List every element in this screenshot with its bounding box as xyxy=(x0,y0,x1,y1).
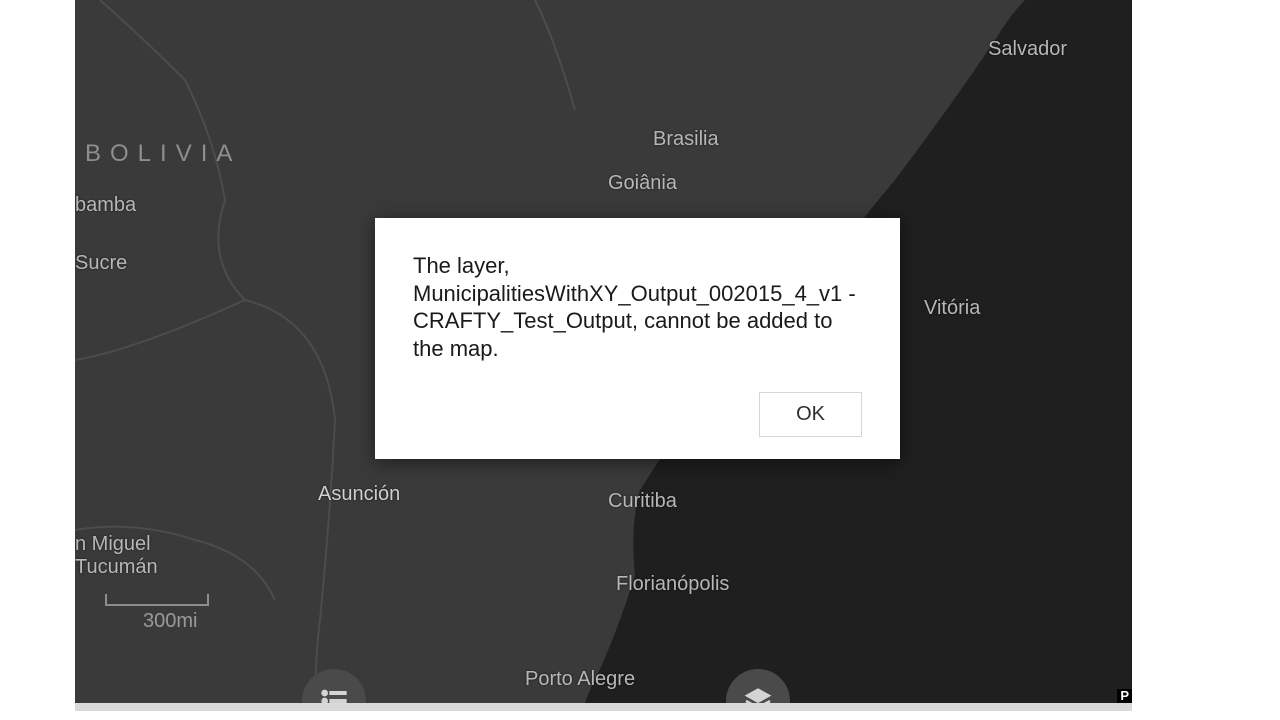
error-dialog: The layer, MunicipalitiesWithXY_Output_0… xyxy=(375,218,900,459)
layers-icon xyxy=(742,685,774,703)
map-canvas[interactable]: BOLIVIA Salvador Brasilia Goiânia bamba … xyxy=(75,0,1132,703)
page-root: BOLIVIA Salvador Brasilia Goiânia bamba … xyxy=(0,0,1280,720)
bullet-list-icon xyxy=(318,685,350,703)
scale-bar-line xyxy=(105,594,209,606)
ok-button[interactable]: OK xyxy=(759,392,862,437)
bottom-strip xyxy=(75,703,1132,711)
dialog-actions: OK xyxy=(413,392,862,437)
scale-bar: 300mi xyxy=(105,594,209,633)
scale-bar-label: 300mi xyxy=(143,610,209,633)
attribution-fragment: P xyxy=(1117,689,1132,703)
dialog-message: The layer, MunicipalitiesWithXY_Output_0… xyxy=(413,252,862,362)
